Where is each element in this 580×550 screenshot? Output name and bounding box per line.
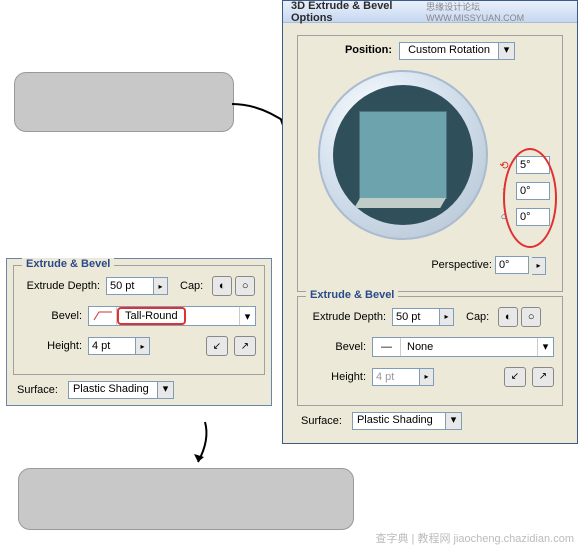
cap-off-button[interactable]: ○: [521, 307, 541, 327]
rotate-x-input[interactable]: [516, 156, 550, 174]
bevel-label: Bevel:: [22, 310, 82, 322]
rotate-x-icon: ⟲: [496, 157, 512, 173]
bevel-select[interactable]: — None ▾: [372, 337, 554, 357]
cap-on-button[interactable]: ◐: [212, 276, 232, 296]
rotation-preview[interactable]: [318, 70, 488, 240]
bevel-in-button[interactable]: ↙: [206, 336, 228, 356]
cap-label: Cap:: [466, 311, 489, 323]
chevron-down-icon[interactable]: ▾: [446, 412, 462, 430]
sample-shape-top: [14, 72, 234, 132]
depth-input[interactable]: [392, 308, 440, 326]
depth-label: Extrude Depth:: [22, 280, 100, 292]
height-stepper[interactable]: ▸: [136, 337, 150, 355]
bevel-thumb-icon: —: [373, 338, 401, 356]
cap-label: Cap:: [180, 280, 203, 292]
rotate-z-icon: ○: [496, 209, 512, 225]
cap-off-button[interactable]: ○: [235, 276, 255, 296]
bevel-value: Tall-Round: [117, 307, 186, 325]
depth-stepper[interactable]: ▸: [154, 277, 168, 295]
height-label: Height:: [306, 371, 366, 383]
bevel-thumb-icon: [89, 307, 117, 325]
bevel-in-button[interactable]: ↙: [504, 367, 526, 387]
height-label: Height:: [22, 340, 82, 352]
height-input[interactable]: [88, 337, 136, 355]
dialog-title: 3D Extrude & Bevel Options思缘设计论坛 WWW.MIS…: [283, 1, 577, 23]
bevel-out-button[interactable]: ↗: [234, 336, 256, 356]
watermark-bottom: 查字典 | 教程网 jiaocheng.chazidian.com: [376, 530, 575, 546]
perspective-input[interactable]: [495, 256, 529, 274]
perspective-label: Perspective:: [431, 259, 492, 271]
chevron-down-icon[interactable]: ▾: [239, 307, 255, 325]
bevel-select[interactable]: Tall-Round ▾: [88, 306, 256, 326]
section-title: Extrude & Bevel: [22, 258, 114, 270]
cap-on-button[interactable]: ◐: [498, 307, 518, 327]
rotate-y-input[interactable]: [516, 182, 550, 200]
surface-select[interactable]: Plastic Shading: [68, 381, 158, 399]
depth-label: Extrude Depth:: [306, 311, 386, 323]
bevel-label: Bevel:: [306, 341, 366, 353]
rotate-z-input[interactable]: [516, 208, 550, 226]
depth-stepper[interactable]: ▸: [440, 308, 454, 326]
perspective-stepper[interactable]: ▸: [532, 257, 546, 275]
height-input: [372, 368, 420, 386]
extrude-panel-left: Extrude & Bevel Extrude Depth: ▸ Cap: ◐ …: [6, 258, 272, 406]
chevron-down-icon[interactable]: ▾: [537, 338, 553, 356]
position-label: Position:: [345, 44, 392, 56]
chevron-down-icon[interactable]: ▾: [499, 42, 515, 60]
rotate-y-icon: ↕: [496, 183, 512, 199]
chevron-down-icon[interactable]: ▾: [158, 381, 174, 399]
position-select[interactable]: Custom Rotation: [399, 42, 499, 60]
bevel-value: None: [401, 341, 537, 353]
preview-cube: [359, 111, 447, 199]
bevel-out-button[interactable]: ↗: [532, 367, 554, 387]
section-title: Extrude & Bevel: [306, 289, 398, 301]
dialog-3d-extrude: 3D Extrude & Bevel Options思缘设计论坛 WWW.MIS…: [282, 0, 578, 444]
height-stepper: ▸: [420, 368, 434, 386]
sample-shape-bottom: [18, 468, 354, 530]
surface-select[interactable]: Plastic Shading: [352, 412, 446, 430]
surface-label: Surface:: [17, 384, 58, 396]
surface-label: Surface:: [301, 415, 342, 427]
depth-input[interactable]: [106, 277, 154, 295]
